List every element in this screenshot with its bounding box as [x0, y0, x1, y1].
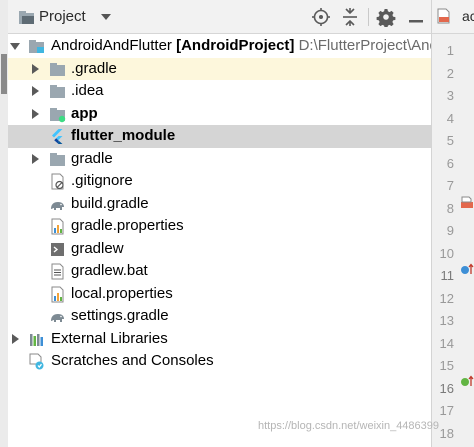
line-number: 11	[440, 268, 455, 283]
project-tool-button[interactable]	[1, 54, 7, 94]
tree-row-gradle-cache[interactable]: .gradle	[8, 57, 431, 80]
gradle-elephant-icon	[51, 314, 64, 322]
line-number: 15	[439, 358, 454, 373]
folder-icon	[50, 152, 65, 166]
collapsed-arrow-icon[interactable]	[30, 63, 40, 74]
tree-row-gradle[interactable]: gradle	[8, 148, 431, 171]
line-number: 9	[446, 223, 454, 238]
collapsed-arrow-icon[interactable]	[10, 333, 20, 344]
locate-target-icon[interactable]	[311, 7, 331, 27]
tree-row-idea[interactable]: .idea	[8, 80, 431, 103]
tree-label: app	[71, 105, 98, 122]
minimize-icon[interactable]	[406, 7, 426, 27]
line-number: 17	[439, 403, 454, 418]
tree-row-root[interactable]: AndroidAndFlutter [AndroidProject] D:\Fl…	[8, 35, 438, 58]
tree-label: .gradle	[71, 59, 117, 77]
editor-tab[interactable]: ac	[462, 8, 474, 24]
tree-label: gradle	[71, 149, 113, 167]
watermark: https://blog.csdn.net/weixin_4486399	[258, 420, 440, 432]
tree-row-local-properties[interactable]: local.properties	[8, 283, 431, 306]
tree-row-external-libraries[interactable]: External Libraries	[8, 328, 431, 351]
tool-window-strip	[0, 0, 8, 447]
text-file-icon	[51, 263, 64, 280]
tree-label-bold: flutter_module	[71, 127, 176, 144]
ide-window: Project AndroidAndFlutter [AndroidProjec…	[0, 0, 474, 447]
line-number: 3	[446, 88, 454, 103]
module-folder-icon	[50, 107, 66, 122]
flutter-icon	[52, 129, 63, 144]
project-tree: AndroidAndFlutter [AndroidProject] D:\Fl…	[8, 35, 438, 447]
tree-label: flutter_module	[71, 127, 175, 144]
tree-row-gradlew[interactable]: gradlew	[8, 238, 431, 261]
root-name: AndroidAndFlutter	[51, 37, 172, 54]
line-number: 8	[446, 200, 454, 216]
expanded-arrow-icon[interactable]	[10, 41, 20, 51]
line-number: 5	[446, 133, 454, 148]
project-panel-header: Project	[8, 0, 431, 34]
line-number: 7	[446, 178, 454, 193]
line-number: 2	[446, 65, 454, 81]
tree-row-app[interactable]: app	[8, 103, 431, 126]
collapsed-arrow-icon[interactable]	[30, 86, 40, 96]
properties-file-icon	[51, 218, 64, 235]
folder-icon	[50, 62, 65, 76]
gitignore-file-icon	[51, 173, 64, 190]
tree-label-root: AndroidAndFlutter [AndroidProject] D:\Fl…	[51, 37, 438, 54]
line-number: 13	[439, 313, 454, 328]
collapsed-arrow-icon[interactable]	[30, 153, 40, 164]
header-divider	[368, 8, 369, 26]
collapsed-arrow-icon[interactable]	[30, 108, 40, 119]
tree-label: local.properties	[71, 284, 173, 302]
tree-label: gradlew.bat	[71, 262, 148, 279]
override-gutter-icon[interactable]	[460, 262, 474, 276]
line-number: 1	[446, 43, 454, 58]
chevron-down-icon[interactable]	[99, 12, 113, 22]
editor-gutter: ac 1 2 3 4 5 6 7 8 9 10 11 12 13 14 15 1…	[431, 0, 474, 447]
tree-row-flutter-module[interactable]: flutter_module	[8, 125, 431, 148]
project-panel: Project AndroidAndFlutter [AndroidProjec…	[0, 0, 438, 447]
project-module-icon	[29, 40, 44, 53]
collapse-all-icon[interactable]	[340, 7, 360, 27]
tree-label: gradlew	[71, 239, 124, 257]
folder-icon	[50, 85, 65, 98]
editor-tab-strip: ac	[432, 0, 474, 34]
tree-label-bold: app	[71, 104, 98, 122]
tree-label: settings.gradle	[71, 307, 169, 324]
line-number: 6	[446, 155, 454, 171]
line-number: 16	[439, 380, 454, 396]
implement-gutter-icon[interactable]	[460, 374, 474, 388]
tree-row-gradlew-bat[interactable]: gradlew.bat	[8, 260, 431, 283]
tree-label: .gitignore	[71, 172, 133, 189]
tree-label: .idea	[71, 82, 104, 99]
xml-file-icon	[437, 8, 450, 24]
root-path: D:\FlutterProject\And	[298, 37, 438, 54]
tree-label: build.gradle	[71, 194, 149, 212]
root-module: [AndroidProject]	[176, 37, 295, 54]
line-number: 12	[439, 290, 454, 306]
line-number: 10	[439, 245, 454, 261]
tree-row-scratches[interactable]: Scratches and Consoles	[8, 350, 431, 373]
tree-row-gradle-properties[interactable]: gradle.properties	[8, 215, 431, 238]
shell-script-icon	[51, 242, 64, 256]
project-view-icon	[19, 11, 34, 24]
line-number: 14	[439, 335, 454, 351]
tree-label: gradle.properties	[71, 217, 184, 234]
properties-file-icon	[51, 286, 64, 302]
gear-icon[interactable]	[376, 7, 396, 27]
panel-title: Project	[39, 8, 86, 25]
libraries-icon	[30, 333, 43, 346]
tree-label: Scratches and Consoles	[51, 352, 214, 369]
scratches-icon	[29, 353, 44, 370]
gradle-elephant-icon	[51, 201, 64, 210]
tree-row-gitignore[interactable]: .gitignore	[8, 170, 431, 193]
line-number: 4	[446, 110, 454, 126]
tree-row-build-gradle[interactable]: build.gradle	[8, 193, 431, 216]
tree-label: External Libraries	[51, 329, 168, 347]
xml-gutter-icon	[461, 196, 473, 208]
tree-row-settings-gradle[interactable]: settings.gradle	[8, 305, 431, 328]
